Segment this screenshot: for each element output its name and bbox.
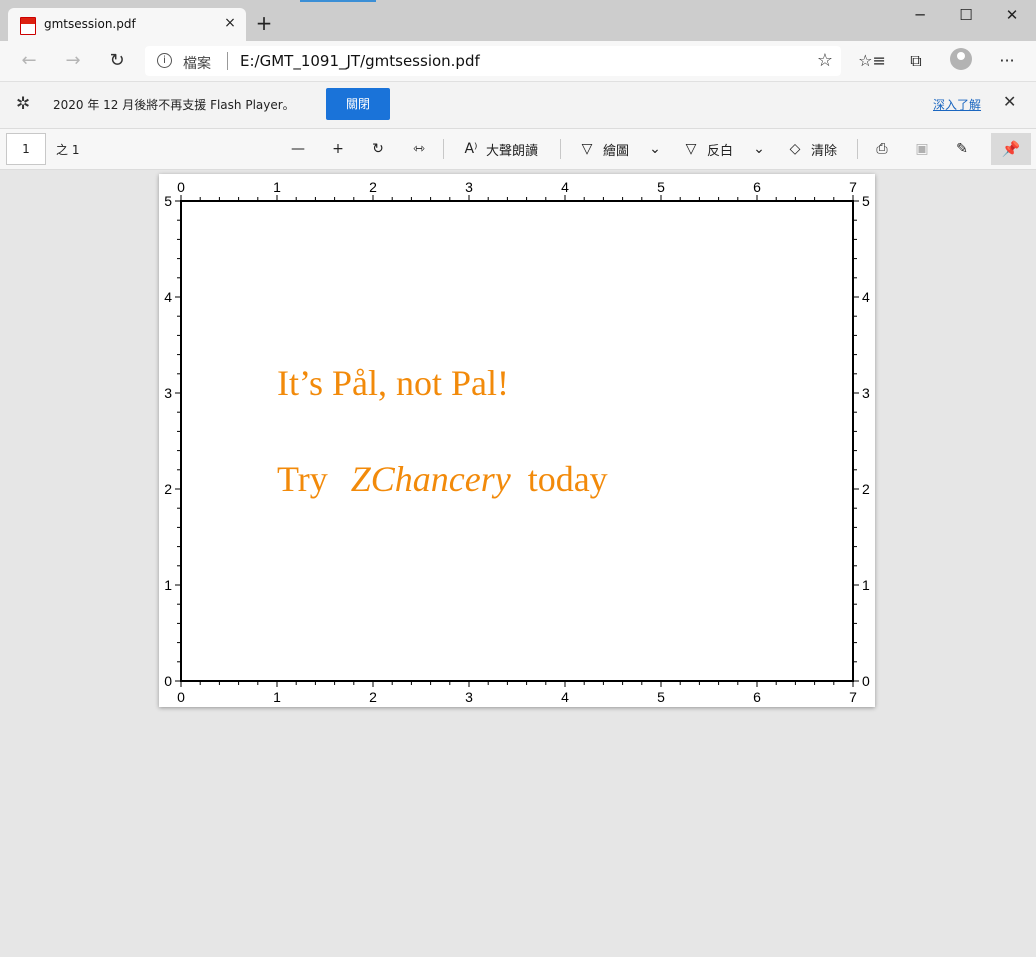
back-arrow-icon[interactable]: ← bbox=[15, 49, 43, 73]
y-tick-label-left: 5 bbox=[164, 193, 172, 209]
y-tick-label-right: 0 bbox=[862, 673, 870, 689]
flash-info-bar: ✲ 2020 年 12 月後將不再支援 Flash Player。 關閉 深入了… bbox=[0, 82, 1036, 129]
x-tick-label-top: 7 bbox=[849, 179, 857, 195]
pdf-icon bbox=[20, 17, 36, 35]
highlight-button[interactable]: 反白 bbox=[707, 140, 733, 159]
draw-icon[interactable]: ▽ bbox=[576, 137, 598, 161]
gmt-plot: 00112233445566770 01 12 23 34 45 5 It’s Pål, n… bbox=[164, 179, 870, 705]
profile-avatar-icon[interactable] bbox=[950, 48, 972, 70]
x-tick-label-bottom: 1 bbox=[273, 689, 281, 705]
fit-width-icon[interactable]: ⇿ bbox=[406, 137, 432, 161]
x-tick-label-top: 3 bbox=[465, 179, 473, 195]
forward-arrow-icon[interactable]: → bbox=[59, 49, 87, 73]
collections-icon[interactable]: ⧉ bbox=[902, 49, 930, 73]
info-message: 2020 年 12 月後將不再支援 Flash Player。 bbox=[53, 98, 295, 112]
print-icon[interactable]: ⎙ bbox=[870, 137, 894, 161]
x-tick-label-top: 5 bbox=[657, 179, 665, 195]
plot-text-zchancery: ZChancery bbox=[351, 459, 511, 499]
save-icon[interactable]: ▣ bbox=[910, 137, 934, 161]
address-bar[interactable]: i 檔案 E:/GMT_1091_JT/gmtsession.pdf ☆ bbox=[145, 46, 841, 76]
y-tick-label-left: 1 bbox=[164, 577, 172, 593]
x-tick-label-top: 1 bbox=[273, 179, 281, 195]
zoom-in-icon[interactable]: + bbox=[326, 137, 350, 161]
infobar-dismiss-icon[interactable]: ✕ bbox=[1003, 92, 1016, 111]
eraser-icon[interactable]: ◇ bbox=[784, 137, 806, 161]
x-tick-label-bottom: 3 bbox=[465, 689, 473, 705]
navigation-bar: ← → ↻ i 檔案 E:/GMT_1091_JT/gmtsession.pdf… bbox=[0, 41, 1036, 82]
favorite-star-icon[interactable]: ☆ bbox=[817, 50, 833, 71]
refresh-icon[interactable]: ↻ bbox=[103, 49, 131, 73]
window-close-button[interactable]: ✕ bbox=[989, 0, 1035, 32]
highlight-chevron-down-icon[interactable]: ⌄ bbox=[748, 137, 770, 161]
tab-title: gmtsession.pdf bbox=[44, 17, 136, 31]
x-tick-label-bottom: 7 bbox=[849, 689, 857, 705]
x-tick-label-bottom: 0 bbox=[177, 689, 185, 705]
x-tick-label-bottom: 4 bbox=[561, 689, 569, 705]
infobar-close-button[interactable]: 關閉 bbox=[326, 88, 390, 120]
y-tick-label-right: 3 bbox=[862, 385, 870, 401]
learn-more-link[interactable]: 深入了解 bbox=[933, 96, 981, 113]
plot-text-try: Try bbox=[277, 459, 328, 499]
zoom-out-icon[interactable]: — bbox=[286, 137, 310, 161]
y-tick-label-right: 2 bbox=[862, 481, 870, 497]
address-url[interactable]: E:/GMT_1091_JT/gmtsession.pdf bbox=[240, 52, 480, 70]
minimize-button[interactable]: ─ bbox=[897, 0, 943, 32]
x-tick-label-top: 4 bbox=[561, 179, 569, 195]
plot-text-today: today bbox=[528, 459, 608, 499]
x-tick-label-top: 0 bbox=[177, 179, 185, 195]
accent-stripe bbox=[300, 0, 376, 2]
x-tick-label-top: 6 bbox=[753, 179, 761, 195]
toolbar-separator bbox=[443, 139, 444, 159]
more-menu-icon[interactable]: ··· bbox=[993, 49, 1021, 73]
rotate-icon[interactable]: ↻ bbox=[366, 137, 390, 161]
favorites-list-icon[interactable]: ☆≡ bbox=[858, 49, 886, 73]
info-icon[interactable]: i bbox=[157, 53, 172, 68]
plot-text-line-1: It’s Pål, not Pal! bbox=[277, 363, 509, 403]
x-tick-label-top: 2 bbox=[369, 179, 377, 195]
tab-gmtsession[interactable]: gmtsession.pdf × bbox=[8, 8, 246, 41]
y-tick-label-left: 3 bbox=[164, 385, 172, 401]
erase-button[interactable]: 清除 bbox=[811, 140, 837, 159]
toolbar-separator bbox=[857, 139, 858, 159]
highlight-icon[interactable]: ▽ bbox=[680, 137, 702, 161]
page-count-label: 之 1 bbox=[56, 143, 80, 157]
x-tick-label-bottom: 6 bbox=[753, 689, 761, 705]
draw-button[interactable]: 繪圖 bbox=[603, 140, 629, 159]
y-tick-label-left: 2 bbox=[164, 481, 172, 497]
pin-toolbar-icon[interactable]: 📌 bbox=[991, 133, 1031, 165]
puzzle-icon: ✲ bbox=[16, 94, 31, 114]
plot-ticks: 00112233445566770 01 12 23 34 45 5 bbox=[164, 179, 870, 705]
read-aloud-button[interactable]: 大聲朗讀 bbox=[486, 140, 538, 159]
new-tab-button[interactable]: + bbox=[252, 12, 276, 36]
x-tick-label-bottom: 5 bbox=[657, 689, 665, 705]
address-separator bbox=[227, 52, 228, 70]
maximize-button[interactable]: ☐ bbox=[943, 0, 989, 32]
read-aloud-icon[interactable]: A⁾ bbox=[460, 137, 482, 161]
pdf-toolbar: 1 之 1 — + ↻ ⇿ A⁾ 大聲朗讀 ▽ 繪圖 ⌄ ▽ 反白 ⌄ ◇ 清除… bbox=[0, 129, 1036, 170]
address-scheme-label: 檔案 bbox=[183, 56, 211, 72]
y-tick-label-right: 4 bbox=[862, 289, 870, 305]
draw-chevron-down-icon[interactable]: ⌄ bbox=[644, 137, 666, 161]
y-tick-label-right: 1 bbox=[862, 577, 870, 593]
save-as-icon[interactable]: ✎ bbox=[950, 137, 974, 161]
y-tick-label-left: 4 bbox=[164, 289, 172, 305]
tab-close-icon[interactable]: × bbox=[222, 15, 238, 31]
x-tick-label-bottom: 2 bbox=[369, 689, 377, 705]
pdf-page: 0011223344556677001122334455 It’s Pål, n… bbox=[159, 174, 875, 707]
plot-text-line-2: Try ZChancery today bbox=[277, 459, 608, 499]
y-tick-label-right: 5 bbox=[862, 193, 870, 209]
toolbar-separator bbox=[560, 139, 561, 159]
plot-frame bbox=[180, 200, 854, 682]
page-number-input[interactable]: 1 bbox=[6, 133, 46, 165]
y-tick-label-left: 0 bbox=[164, 673, 172, 689]
